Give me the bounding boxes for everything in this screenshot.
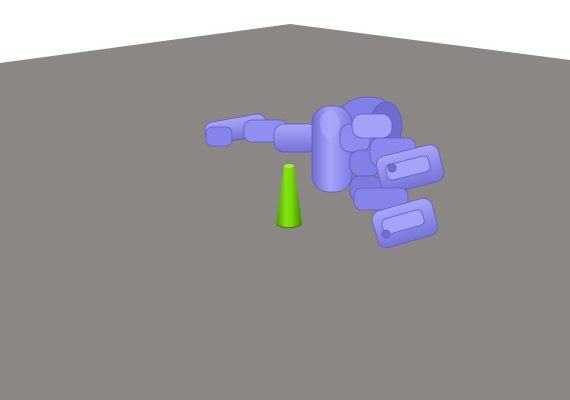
- scene-canvas: [0, 24, 570, 400]
- simulation-viewport[interactable]: [0, 0, 570, 400]
